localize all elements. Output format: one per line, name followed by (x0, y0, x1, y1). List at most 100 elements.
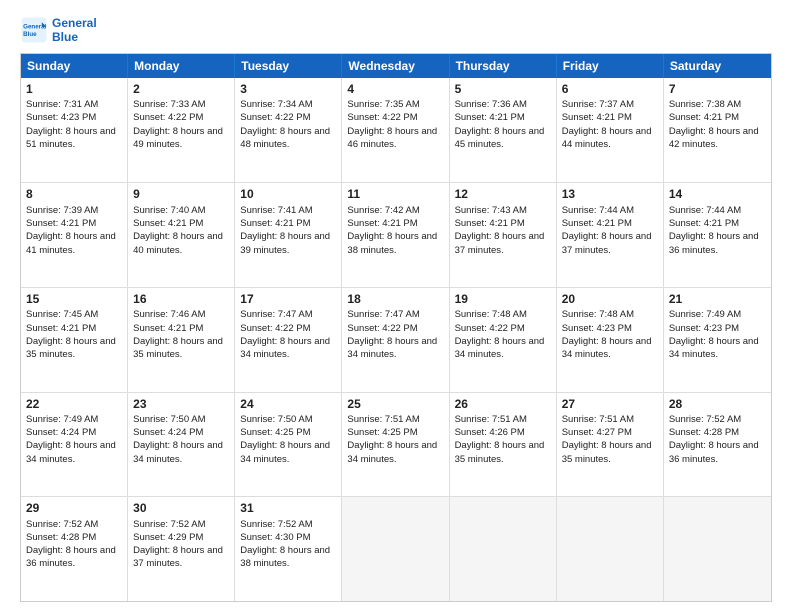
calendar: SundayMondayTuesdayWednesdayThursdayFrid… (20, 53, 772, 602)
day-number: 10 (240, 186, 336, 202)
day-info: Sunrise: 7:41 AMSunset: 4:21 PMDaylight:… (240, 204, 336, 257)
day-info: Sunrise: 7:51 AMSunset: 4:25 PMDaylight:… (347, 413, 443, 466)
day-number: 11 (347, 186, 443, 202)
day-number: 1 (26, 81, 122, 97)
day-info: Sunrise: 7:49 AMSunset: 4:24 PMDaylight:… (26, 413, 122, 466)
calendar-cell: 9 Sunrise: 7:40 AMSunset: 4:21 PMDaylight… (128, 183, 235, 287)
day-info: Sunrise: 7:52 AMSunset: 4:28 PMDaylight:… (669, 413, 766, 466)
calendar-cell: 26Sunrise: 7:51 AMSunset: 4:26 PMDayligh… (450, 393, 557, 497)
calendar-cell (450, 497, 557, 601)
calendar-cell: 10 Sunrise: 7:41 AMSunset: 4:21 PMDayligh… (235, 183, 342, 287)
day-info: Sunrise: 7:47 AMSunset: 4:22 PMDaylight:… (347, 308, 443, 361)
calendar-header-cell: Monday (128, 54, 235, 78)
day-number: 20 (562, 291, 658, 307)
day-number: 5 (455, 81, 551, 97)
day-number: 14 (669, 186, 766, 202)
calendar-cell: 24Sunrise: 7:50 AMSunset: 4:25 PMDayligh… (235, 393, 342, 497)
day-info: Sunrise: 7:45 AMSunset: 4:21 PMDaylight:… (26, 308, 122, 361)
day-number: 8 (26, 186, 122, 202)
calendar-cell: 17Sunrise: 7:47 AMSunset: 4:22 PMDayligh… (235, 288, 342, 392)
calendar-header-cell: Saturday (664, 54, 771, 78)
header: General Blue General Blue (20, 16, 772, 45)
calendar-cell: 11 Sunrise: 7:42 AMSunset: 4:21 PMDayligh… (342, 183, 449, 287)
calendar-row: 15Sunrise: 7:45 AMSunset: 4:21 PMDayligh… (21, 287, 771, 392)
calendar-cell: 29Sunrise: 7:52 AMSunset: 4:28 PMDayligh… (21, 497, 128, 601)
calendar-body: 1Sunrise: 7:31 AMSunset: 4:23 PMDaylight… (21, 78, 771, 601)
calendar-cell: 30Sunrise: 7:52 AMSunset: 4:29 PMDayligh… (128, 497, 235, 601)
day-info: Sunrise: 7:35 AMSunset: 4:22 PMDaylight:… (347, 98, 443, 151)
day-info: Sunrise: 7:49 AMSunset: 4:23 PMDaylight:… (669, 308, 766, 361)
calendar-cell: 12 Sunrise: 7:43 AMSunset: 4:21 PMDayligh… (450, 183, 557, 287)
day-info: Sunrise: 7:40 AMSunset: 4:21 PMDaylight:… (133, 204, 229, 257)
day-info: Sunrise: 7:38 AMSunset: 4:21 PMDaylight:… (669, 98, 766, 151)
calendar-row: 1Sunrise: 7:31 AMSunset: 4:23 PMDaylight… (21, 78, 771, 183)
calendar-header: SundayMondayTuesdayWednesdayThursdayFrid… (21, 54, 771, 78)
day-number: 30 (133, 500, 229, 516)
day-number: 4 (347, 81, 443, 97)
day-number: 3 (240, 81, 336, 97)
day-info: Sunrise: 7:36 AMSunset: 4:21 PMDaylight:… (455, 98, 551, 151)
calendar-cell: 14 Sunrise: 7:44 AMSunset: 4:21 PMDayligh… (664, 183, 771, 287)
page: General Blue General Blue SundayMondayTu… (0, 0, 792, 612)
calendar-cell: 27Sunrise: 7:51 AMSunset: 4:27 PMDayligh… (557, 393, 664, 497)
calendar-cell: 23Sunrise: 7:50 AMSunset: 4:24 PMDayligh… (128, 393, 235, 497)
day-number: 31 (240, 500, 336, 516)
calendar-cell (342, 497, 449, 601)
calendar-cell: 8 Sunrise: 7:39 AMSunset: 4:21 PMDaylight… (21, 183, 128, 287)
day-info: Sunrise: 7:50 AMSunset: 4:25 PMDaylight:… (240, 413, 336, 466)
calendar-header-cell: Wednesday (342, 54, 449, 78)
calendar-row: 8 Sunrise: 7:39 AMSunset: 4:21 PMDaylight… (21, 182, 771, 287)
day-number: 28 (669, 396, 766, 412)
day-number: 15 (26, 291, 122, 307)
calendar-cell: 28Sunrise: 7:52 AMSunset: 4:28 PMDayligh… (664, 393, 771, 497)
calendar-cell: 31Sunrise: 7:52 AMSunset: 4:30 PMDayligh… (235, 497, 342, 601)
calendar-cell: 2Sunrise: 7:33 AMSunset: 4:22 PMDaylight… (128, 78, 235, 183)
day-info: Sunrise: 7:31 AMSunset: 4:23 PMDaylight:… (26, 98, 122, 151)
calendar-cell: 4Sunrise: 7:35 AMSunset: 4:22 PMDaylight… (342, 78, 449, 183)
logo-icon: General Blue (20, 16, 48, 44)
calendar-cell: 18Sunrise: 7:47 AMSunset: 4:22 PMDayligh… (342, 288, 449, 392)
logo: General Blue General Blue (20, 16, 97, 45)
day-number: 17 (240, 291, 336, 307)
day-number: 21 (669, 291, 766, 307)
day-info: Sunrise: 7:48 AMSunset: 4:22 PMDaylight:… (455, 308, 551, 361)
calendar-cell: 21Sunrise: 7:49 AMSunset: 4:23 PMDayligh… (664, 288, 771, 392)
day-info: Sunrise: 7:52 AMSunset: 4:28 PMDaylight:… (26, 518, 122, 571)
calendar-cell: 5Sunrise: 7:36 AMSunset: 4:21 PMDaylight… (450, 78, 557, 183)
calendar-row: 22Sunrise: 7:49 AMSunset: 4:24 PMDayligh… (21, 392, 771, 497)
calendar-cell: 13 Sunrise: 7:44 AMSunset: 4:21 PMDayligh… (557, 183, 664, 287)
day-number: 19 (455, 291, 551, 307)
day-number: 2 (133, 81, 229, 97)
day-info: Sunrise: 7:46 AMSunset: 4:21 PMDaylight:… (133, 308, 229, 361)
day-info: Sunrise: 7:34 AMSunset: 4:22 PMDaylight:… (240, 98, 336, 151)
day-info: Sunrise: 7:43 AMSunset: 4:21 PMDaylight:… (455, 204, 551, 257)
day-info: Sunrise: 7:44 AMSunset: 4:21 PMDaylight:… (669, 204, 766, 257)
calendar-cell: 3Sunrise: 7:34 AMSunset: 4:22 PMDaylight… (235, 78, 342, 183)
day-info: Sunrise: 7:51 AMSunset: 4:27 PMDaylight:… (562, 413, 658, 466)
day-info: Sunrise: 7:44 AMSunset: 4:21 PMDaylight:… (562, 204, 658, 257)
calendar-cell: 22Sunrise: 7:49 AMSunset: 4:24 PMDayligh… (21, 393, 128, 497)
day-info: Sunrise: 7:51 AMSunset: 4:26 PMDaylight:… (455, 413, 551, 466)
calendar-header-cell: Friday (557, 54, 664, 78)
calendar-cell: 6Sunrise: 7:37 AMSunset: 4:21 PMDaylight… (557, 78, 664, 183)
calendar-header-cell: Tuesday (235, 54, 342, 78)
day-info: Sunrise: 7:50 AMSunset: 4:24 PMDaylight:… (133, 413, 229, 466)
day-number: 12 (455, 186, 551, 202)
day-number: 9 (133, 186, 229, 202)
day-info: Sunrise: 7:47 AMSunset: 4:22 PMDaylight:… (240, 308, 336, 361)
day-info: Sunrise: 7:39 AMSunset: 4:21 PMDaylight:… (26, 204, 122, 257)
day-number: 26 (455, 396, 551, 412)
day-info: Sunrise: 7:33 AMSunset: 4:22 PMDaylight:… (133, 98, 229, 151)
day-info: Sunrise: 7:37 AMSunset: 4:21 PMDaylight:… (562, 98, 658, 151)
calendar-header-cell: Sunday (21, 54, 128, 78)
day-number: 13 (562, 186, 658, 202)
day-number: 27 (562, 396, 658, 412)
day-info: Sunrise: 7:42 AMSunset: 4:21 PMDaylight:… (347, 204, 443, 257)
calendar-cell: 16Sunrise: 7:46 AMSunset: 4:21 PMDayligh… (128, 288, 235, 392)
day-number: 24 (240, 396, 336, 412)
calendar-cell: 20Sunrise: 7:48 AMSunset: 4:23 PMDayligh… (557, 288, 664, 392)
day-number: 7 (669, 81, 766, 97)
day-number: 18 (347, 291, 443, 307)
calendar-cell: 19Sunrise: 7:48 AMSunset: 4:22 PMDayligh… (450, 288, 557, 392)
calendar-header-cell: Thursday (450, 54, 557, 78)
